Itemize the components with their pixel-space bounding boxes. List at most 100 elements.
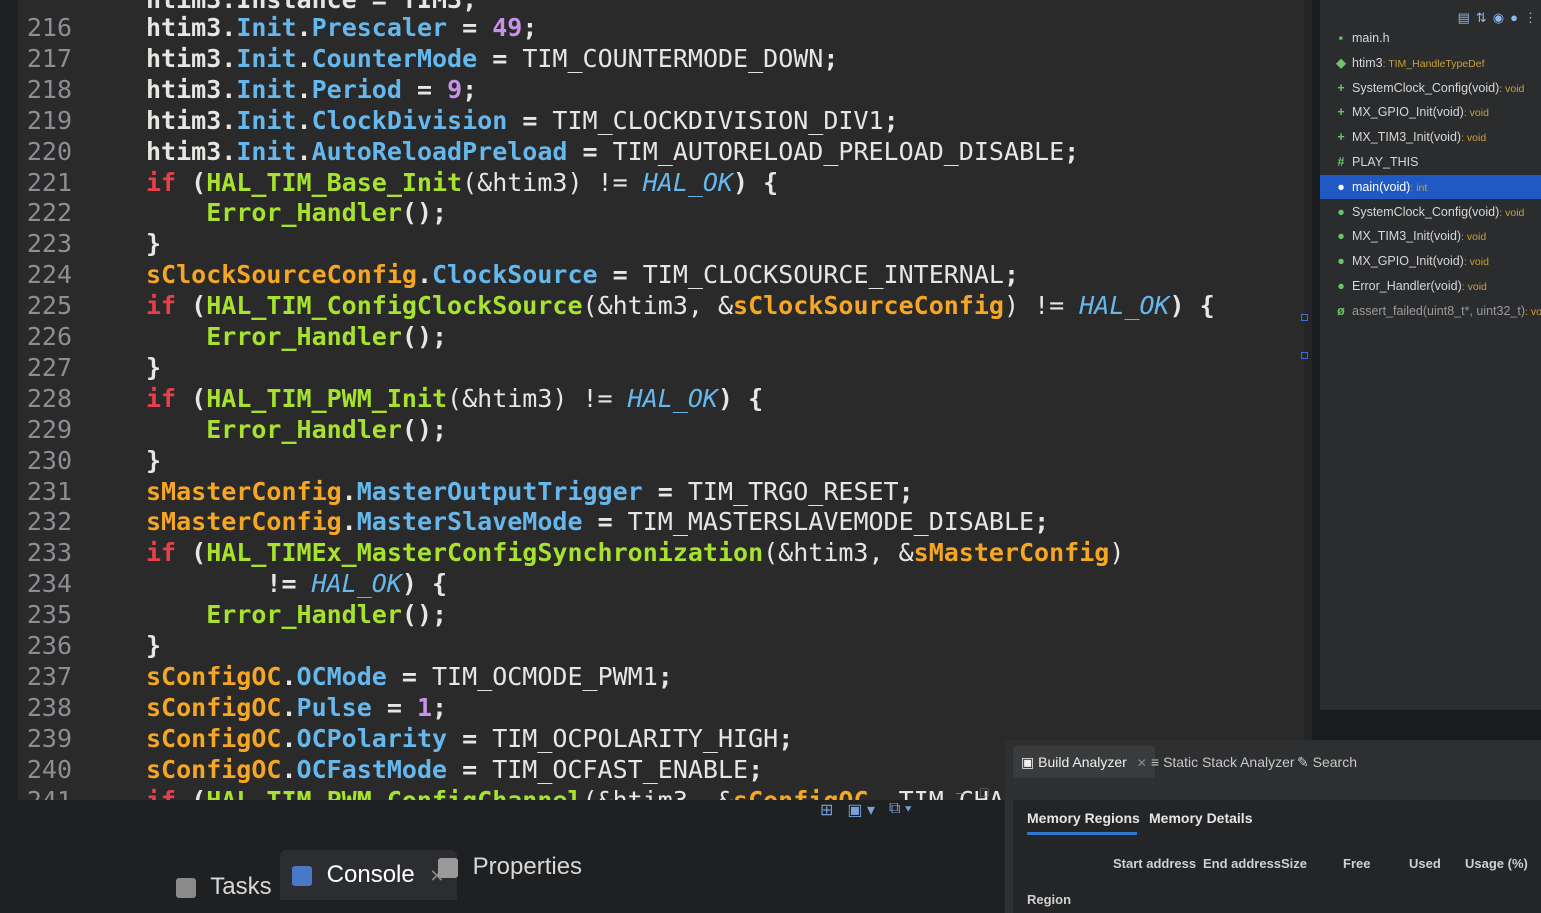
tab-search[interactable]: ✎ Search: [1297, 746, 1357, 778]
tab-console[interactable]: Console ✕: [280, 850, 457, 900]
code-token: .: [281, 754, 297, 784]
outline-item-type: : void: [1499, 82, 1525, 95]
code-token: htim3.: [146, 105, 237, 135]
code-token: ) {: [401, 569, 448, 599]
console-icon: [292, 865, 312, 886]
outline-item[interactable]: ▪ main.h: [1320, 26, 1541, 50]
outline-node-icon: ●: [1337, 204, 1345, 219]
outline-item[interactable]: ● SystemClock_Config(void): void: [1320, 200, 1541, 224]
code-text: if (HAL_TIM_ConfigClockSource(&htim3, &s…: [146, 290, 1215, 322]
code-token: Error_Handler: [206, 198, 402, 228]
line-number: 237: [26, 661, 72, 691]
tab-tasks[interactable]: Tasks: [176, 862, 272, 912]
code-token: (&htim3) !=: [462, 167, 643, 197]
code-token: =: [447, 723, 493, 753]
tab-label: Tasks: [210, 873, 272, 900]
code-token: =: [386, 661, 432, 691]
code-token: htim3.: [146, 13, 237, 42]
code-token: HAL_OK: [627, 383, 718, 413]
tab-build-analyzer[interactable]: ▣ Build Analyzer ✕: [1013, 746, 1155, 778]
code-token: ;: [1034, 507, 1050, 537]
outline-node-icon: ●: [1337, 179, 1345, 194]
code-token: (&htim3) !=: [447, 383, 628, 413]
code-token: .: [281, 661, 297, 691]
code-token: OCFastMode: [296, 754, 448, 784]
active-tab-indicator: [1027, 832, 1137, 835]
outline-item[interactable]: + MX_GPIO_Init(void): void: [1320, 100, 1541, 124]
overview-ruler-mark[interactable]: [1301, 314, 1308, 321]
tab-static-stack-analyzer[interactable]: ≡ Static Stack Analyzer: [1151, 746, 1295, 778]
outline-item[interactable]: ● MX_TIM3_Init(void): void: [1320, 224, 1541, 248]
column-header-used[interactable]: Used: [1409, 856, 1441, 871]
code-token: TIM_COUNTERMODE_DOWN: [522, 43, 824, 73]
outline-item-label: MX_GPIO_Init(void): [1352, 105, 1464, 120]
close-icon[interactable]: ✕: [1137, 756, 1147, 770]
column-header-usage[interactable]: Usage (%): [1465, 856, 1528, 871]
outline-item[interactable]: ● MX_GPIO_Init(void): void: [1320, 249, 1541, 273]
outline-item[interactable]: ø assert_failed(uint8_t*, uint32_t): void: [1320, 299, 1541, 323]
maximize-icon[interactable]: □: [980, 784, 988, 800]
code-token: TIM_AUTORELOAD_PRELOAD_DISABLE: [612, 136, 1065, 166]
outline-item-label: Error_Handler(void): [1352, 279, 1462, 293]
code-text: htim3.Init.AutoReloadPreload = TIM_AUTOR…: [146, 136, 1079, 168]
column-header-size[interactable]: Size: [1281, 856, 1307, 871]
line-number: 236: [26, 631, 72, 660]
code-text: Error_Handler();: [146, 321, 447, 353]
code-token: =: [371, 692, 417, 722]
outline-item[interactable]: # PLAY_THIS: [1320, 150, 1541, 174]
code-token: if: [146, 538, 177, 568]
outline-node-icon: ▪: [1338, 31, 1344, 45]
code-token: ): [1109, 538, 1125, 568]
code-token: ;: [823, 43, 839, 73]
minimize-icon[interactable]: –: [956, 784, 964, 800]
code-token: TIM_TRGO_RESET: [687, 476, 899, 506]
column-header-free[interactable]: Free: [1343, 856, 1370, 871]
outline-item[interactable]: ● Error_Handler(void): void: [1320, 274, 1541, 298]
code-token: ;: [1064, 136, 1080, 166]
code-token: 9: [447, 74, 463, 104]
outline-item[interactable]: + SystemClock_Config(void): void: [1320, 76, 1541, 100]
code-token: TIM_MASTERSLAVEMODE_DISABLE: [627, 507, 1035, 537]
column-header-start-address[interactable]: Start address: [1113, 856, 1196, 871]
code-token: Init: [236, 43, 297, 73]
code-token: HAL_TIM_Base_Init: [206, 167, 463, 197]
outline-node-icon: ●: [1337, 279, 1345, 293]
outline-item-label: SystemClock_Config(void): [1352, 204, 1500, 219]
outline-item[interactable]: ◆ htim3: TIM_HandleTypeDef: [1320, 51, 1541, 75]
outline-node-icon: ø: [1337, 303, 1345, 318]
line-number: 233: [26, 538, 72, 568]
code-token: Error_Handler: [206, 322, 402, 351]
outline-item-label: SystemClock_Config(void): [1352, 80, 1500, 95]
code-token: }: [146, 445, 162, 475]
code-token: sMasterConfig: [146, 507, 342, 537]
pin-console-icon[interactable]: ⊞: [820, 800, 833, 824]
code-text: sConfigOC.OCMode = TIM_OCMODE_PWM1;: [146, 661, 673, 693]
outline-item[interactable]: ● main(void): int: [1320, 174, 1541, 199]
code-token: =: [477, 43, 523, 73]
column-header-end-address[interactable]: End address: [1203, 856, 1281, 871]
code-text: != HAL_OK) {: [146, 568, 447, 600]
overview-ruler-mark[interactable]: [1301, 352, 1308, 359]
code-token: htim3.: [146, 136, 237, 166]
tab-memory-regions[interactable]: Memory Regions: [1027, 810, 1140, 826]
column-header-region[interactable]: Region: [1027, 892, 1071, 907]
code-token: TIM_OCMODE_PWM1: [432, 661, 658, 691]
tasks-icon: [176, 877, 196, 898]
code-token: ();: [401, 600, 448, 630]
open-console-icon[interactable]: ⧉ ▾: [889, 800, 912, 824]
code-token: Error_Handler: [206, 600, 402, 630]
code-token: ) {: [717, 383, 764, 413]
code-text: sConfigOC.OCPolarity = TIM_OCPOLARITY_HI…: [146, 723, 793, 755]
display-console-icon[interactable]: ▣ ▾: [847, 800, 875, 824]
outline-node-icon: ●: [1337, 229, 1345, 244]
line-number: 216: [26, 13, 72, 42]
code-token: .: [281, 692, 297, 722]
tab-properties[interactable]: Properties: [438, 842, 582, 892]
code-token: CounterMode: [311, 43, 478, 73]
code-token: ;: [1003, 260, 1020, 290]
code-token: Init: [236, 136, 297, 166]
code-token: (: [176, 167, 207, 197]
code-token: ;: [657, 661, 673, 691]
tab-memory-details[interactable]: Memory Details: [1149, 810, 1252, 826]
outline-item[interactable]: + MX_TIM3_Init(void): void: [1320, 125, 1541, 149]
